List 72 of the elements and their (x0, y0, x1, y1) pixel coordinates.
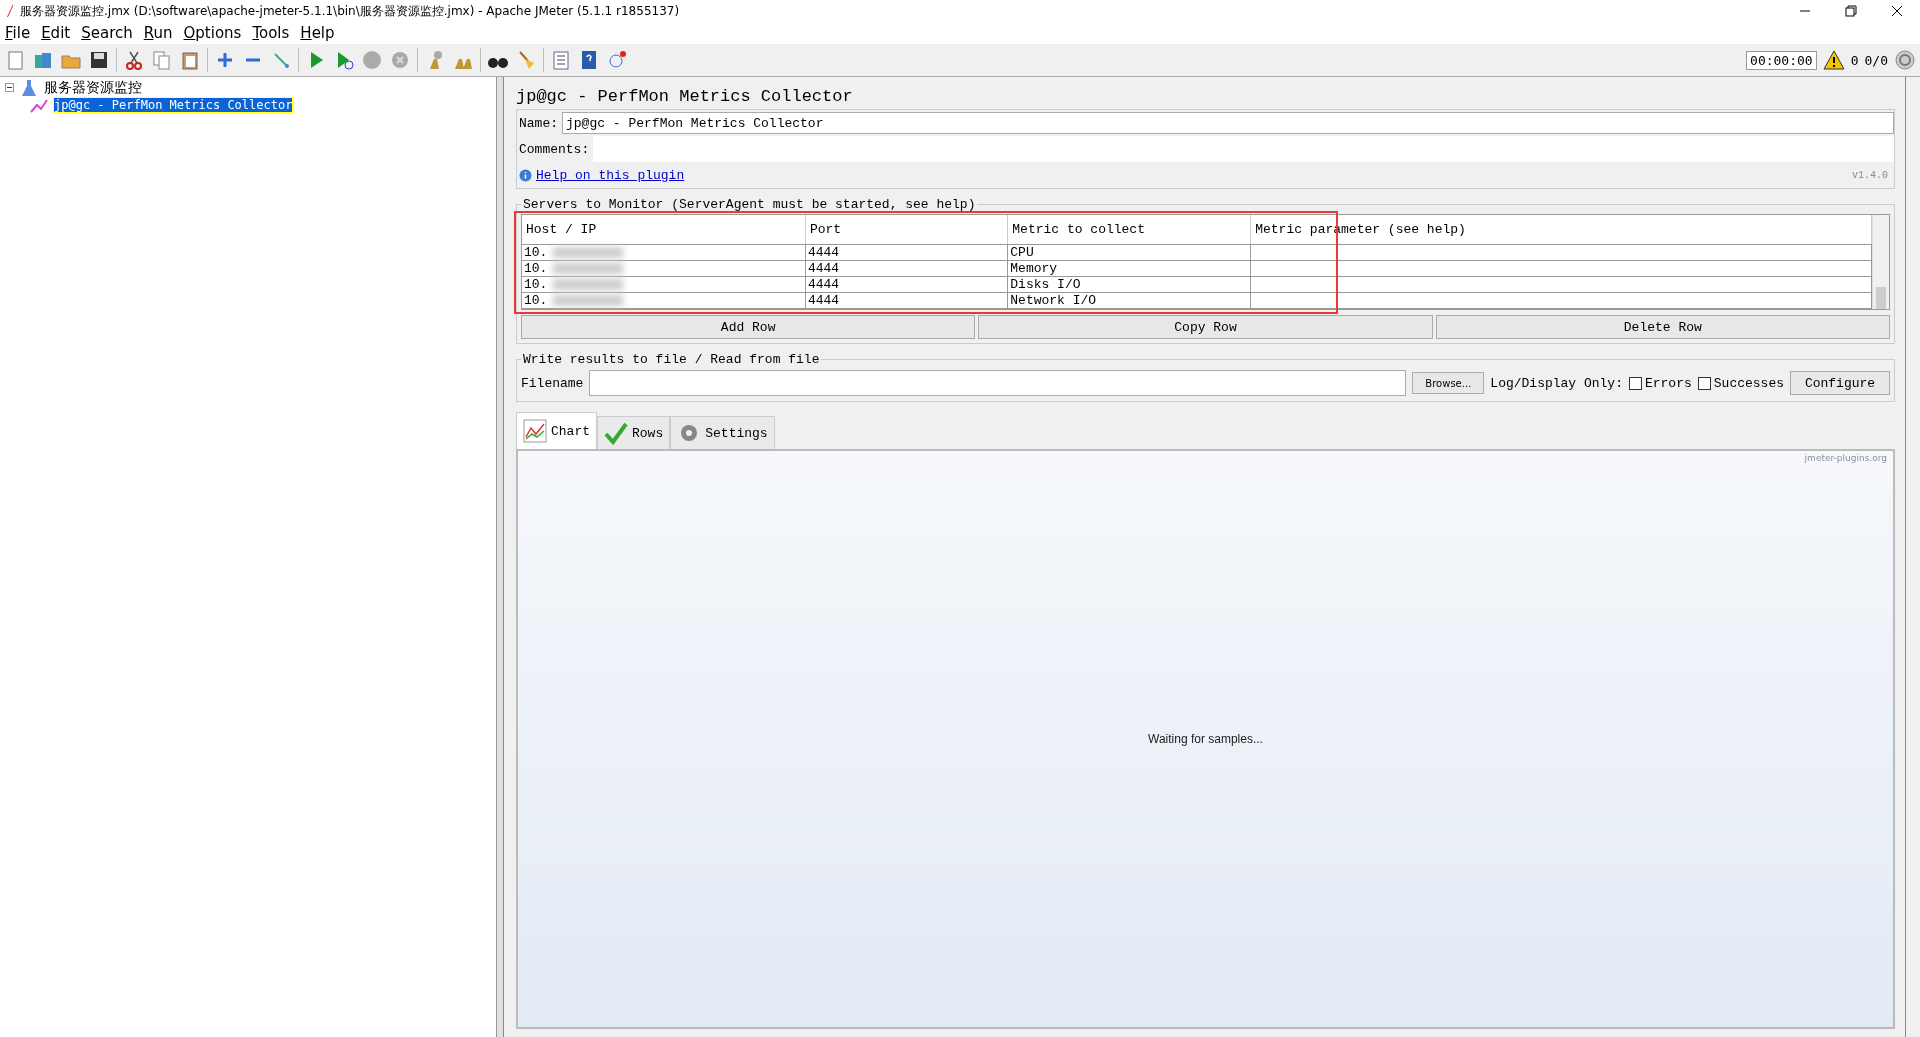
table-cell: 10. (524, 293, 548, 308)
configure-button[interactable]: Configure (1790, 371, 1890, 395)
table-cell: 4444 (805, 276, 1008, 293)
table-button[interactable]: Add Row (521, 315, 976, 339)
filename-field[interactable] (589, 370, 1407, 396)
field-label: Log/Display Only: (1490, 375, 1623, 391)
field-label: Name: (519, 115, 558, 131)
table-cell: 4444 (805, 260, 1008, 277)
thread-status-icon (1894, 49, 1916, 71)
name-field[interactable]: jp@gc - PerfMon Metrics Collector (562, 112, 1894, 134)
collapse-icon[interactable] (5, 83, 14, 92)
table-cell: 4444 (805, 244, 1008, 261)
comments-field[interactable] (593, 136, 1894, 162)
menu-item[interactable]: Edit (41, 24, 71, 42)
group-title: Servers to Monitor (ServerAgent must be started, see help) (522, 197, 977, 212)
column-header: Host / IP (522, 215, 806, 245)
tree-item[interactable]: 服务器资源监控 (44, 78, 142, 97)
table-cell: Network I/O (1007, 292, 1251, 309)
tab[interactable]: Rows (597, 416, 671, 449)
credit-label: jmeter-plugins.org (1804, 453, 1887, 463)
stop-icon[interactable] (361, 49, 383, 71)
checkmark-icon (604, 421, 628, 445)
info-icon (519, 168, 532, 182)
cut-icon[interactable] (123, 49, 145, 71)
version-label: v1.4.0 (1852, 169, 1889, 181)
column-header: Port (805, 215, 1008, 245)
table-cell: 10. (524, 277, 548, 292)
error-count: 0 (1850, 52, 1859, 68)
scrollbar[interactable] (1872, 215, 1889, 309)
field-label: Filename (521, 375, 584, 391)
table-cell: 4444 (805, 292, 1008, 309)
shutdown-icon[interactable] (389, 49, 411, 71)
elapsed-time: 00:00:00 (1746, 50, 1817, 70)
menu-item[interactable]: Help (300, 24, 335, 42)
group-title: Write results to file / Read from file (522, 352, 821, 367)
table-cell: Disks I/O (1007, 276, 1251, 293)
blurred-text (553, 247, 624, 259)
feather-icon (6, 4, 14, 18)
save-icon[interactable] (88, 49, 110, 71)
chart-icon (523, 419, 547, 443)
table-button[interactable]: Delete Row (1435, 315, 1890, 339)
menu-item[interactable]: Options (183, 24, 242, 42)
blurred-text (553, 295, 624, 307)
status-message: Waiting for samples... (1148, 732, 1263, 746)
table-cell: 10. (524, 245, 548, 260)
menu-item[interactable]: Search (81, 24, 133, 42)
warning-icon[interactable] (1822, 49, 1845, 71)
tree-item[interactable]: jp@gc - PerfMon Metrics Collector (54, 97, 293, 112)
tab[interactable]: Settings (670, 416, 775, 449)
checkbox-option[interactable]: Errors (1628, 375, 1692, 391)
blurred-text (553, 279, 624, 291)
tab[interactable]: Chart (516, 412, 597, 449)
paste-icon[interactable] (179, 49, 201, 71)
table-cell: Memory (1007, 260, 1251, 277)
function-icon[interactable] (606, 49, 628, 71)
thread-count: 0/0 (1864, 52, 1888, 68)
column-header: Metric to collect (1007, 215, 1251, 245)
blurred-text (553, 263, 624, 275)
field-label: Comments: (519, 141, 590, 157)
window-title: 服务器资源监控.jmx (D:\software\apache-jmeter-5.1.1\bin\服务器资源监控.jmx) - Apache JMeter (5.1.1 r1855137) (20, 2, 680, 20)
table-button[interactable]: Copy Row (978, 315, 1433, 339)
table-cell: 10. (524, 261, 548, 276)
help-link[interactable]: Help on this plugin (536, 167, 685, 183)
menu-item[interactable]: Run (143, 24, 173, 42)
panel-title: jp@gc - PerfMon Metrics Collector (516, 85, 854, 108)
checkbox-option[interactable]: Successes (1697, 375, 1784, 391)
browse-button[interactable]: Browse... (1412, 372, 1485, 394)
table-cell: CPU (1007, 244, 1251, 261)
list-icon[interactable] (550, 49, 572, 71)
menu-item[interactable]: File (5, 24, 31, 42)
menu-item[interactable]: Tools (252, 24, 290, 42)
copy-icon[interactable] (151, 49, 173, 71)
